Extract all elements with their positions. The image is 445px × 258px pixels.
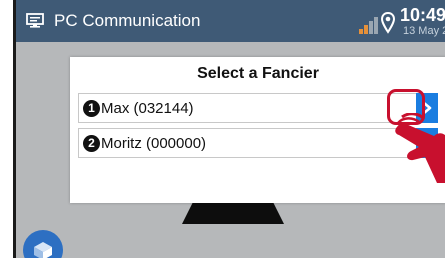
clock-date: 13 May 202 bbox=[403, 25, 445, 37]
fancier-number-badge: 2 bbox=[83, 135, 100, 152]
tap-hand-icon bbox=[395, 113, 445, 183]
status-bar: PC Communication 10:49:4 13 May 202 bbox=[16, 0, 445, 42]
fancier-row-max[interactable]: 1 Max (032144) bbox=[78, 93, 438, 123]
fancier-number-badge: 1 bbox=[83, 100, 100, 117]
app-title: PC Communication bbox=[54, 11, 201, 30]
location-icon bbox=[381, 12, 395, 34]
monitor-icon bbox=[26, 13, 44, 28]
signal-icon bbox=[359, 17, 378, 34]
clock-time: 10:49:4 bbox=[400, 5, 445, 25]
fancier-label: Moritz (000000) bbox=[101, 135, 207, 152]
device-screen: PC Communication 10:49:4 13 May 202 Sele… bbox=[13, 0, 445, 258]
fancier-label: Max (032144) bbox=[101, 100, 194, 117]
dialog-title: Select a Fancier bbox=[197, 65, 319, 82]
home-badge-icon[interactable] bbox=[23, 230, 63, 258]
fancier-row-moritz[interactable]: 2 Moritz (000000) bbox=[78, 128, 438, 158]
